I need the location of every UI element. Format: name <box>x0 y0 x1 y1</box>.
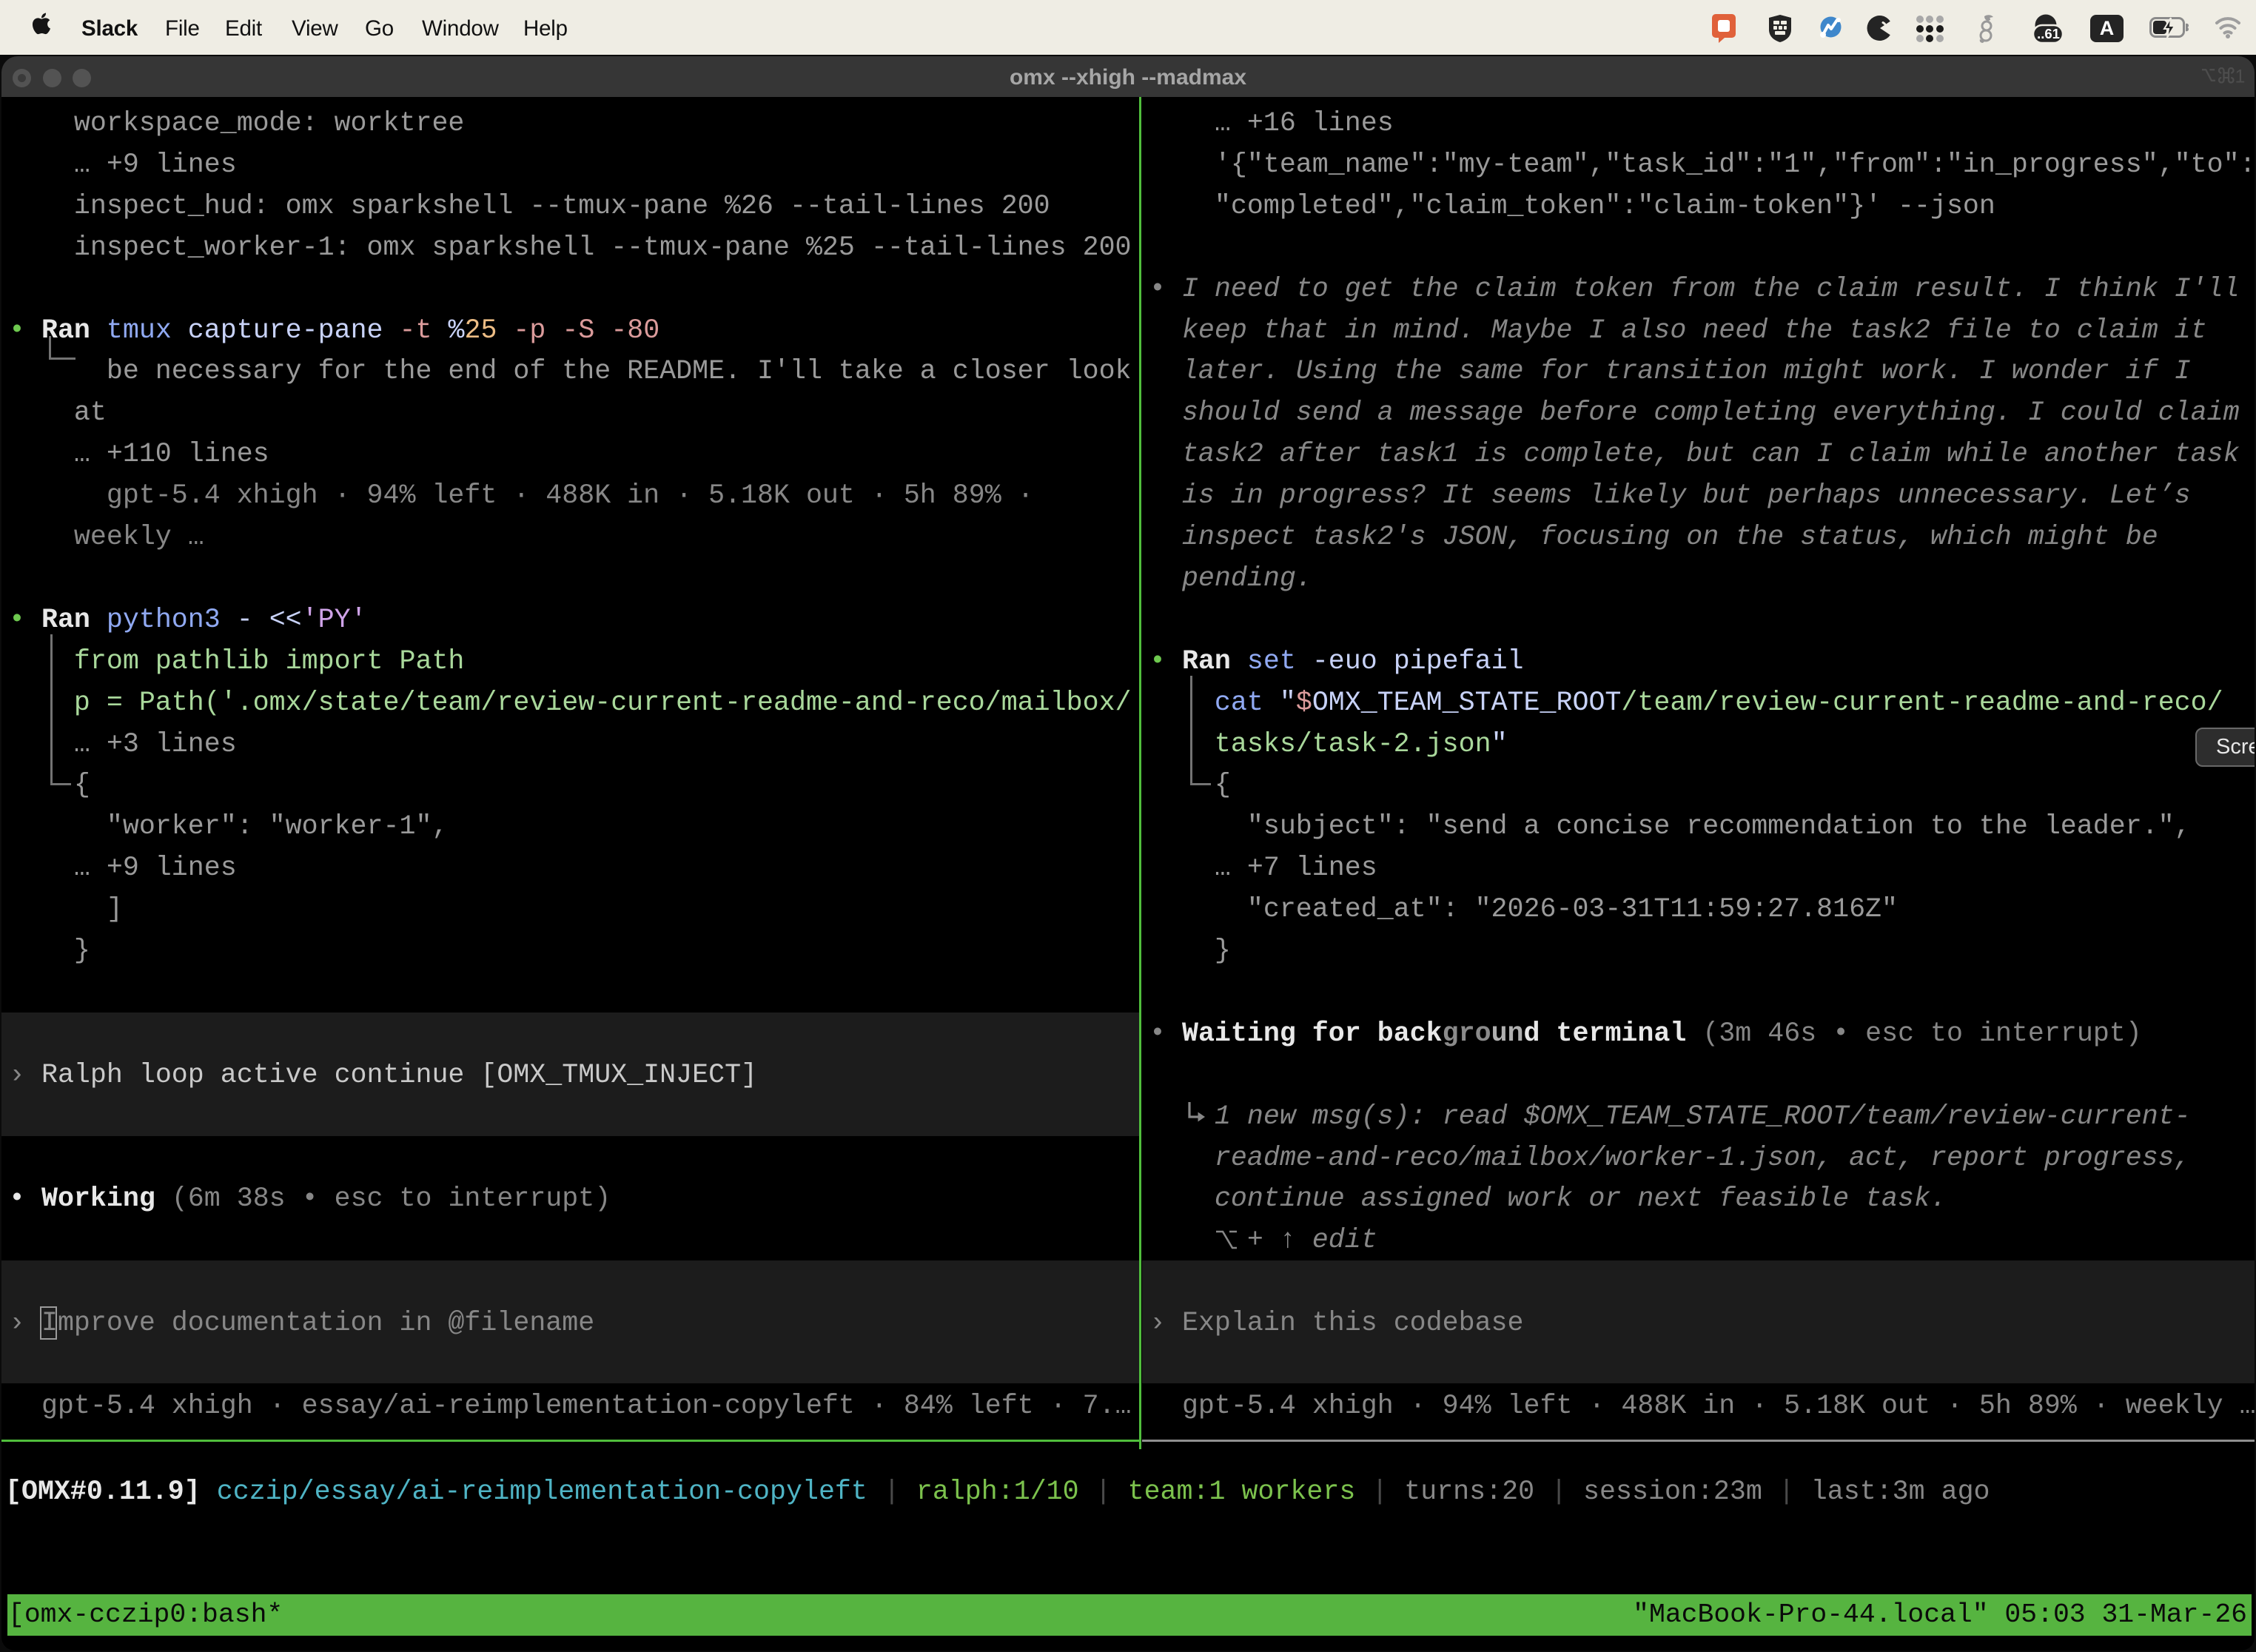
svg-text:..61: ..61 <box>2037 26 2060 41</box>
svg-text:1: 1 <box>2235 67 2246 85</box>
